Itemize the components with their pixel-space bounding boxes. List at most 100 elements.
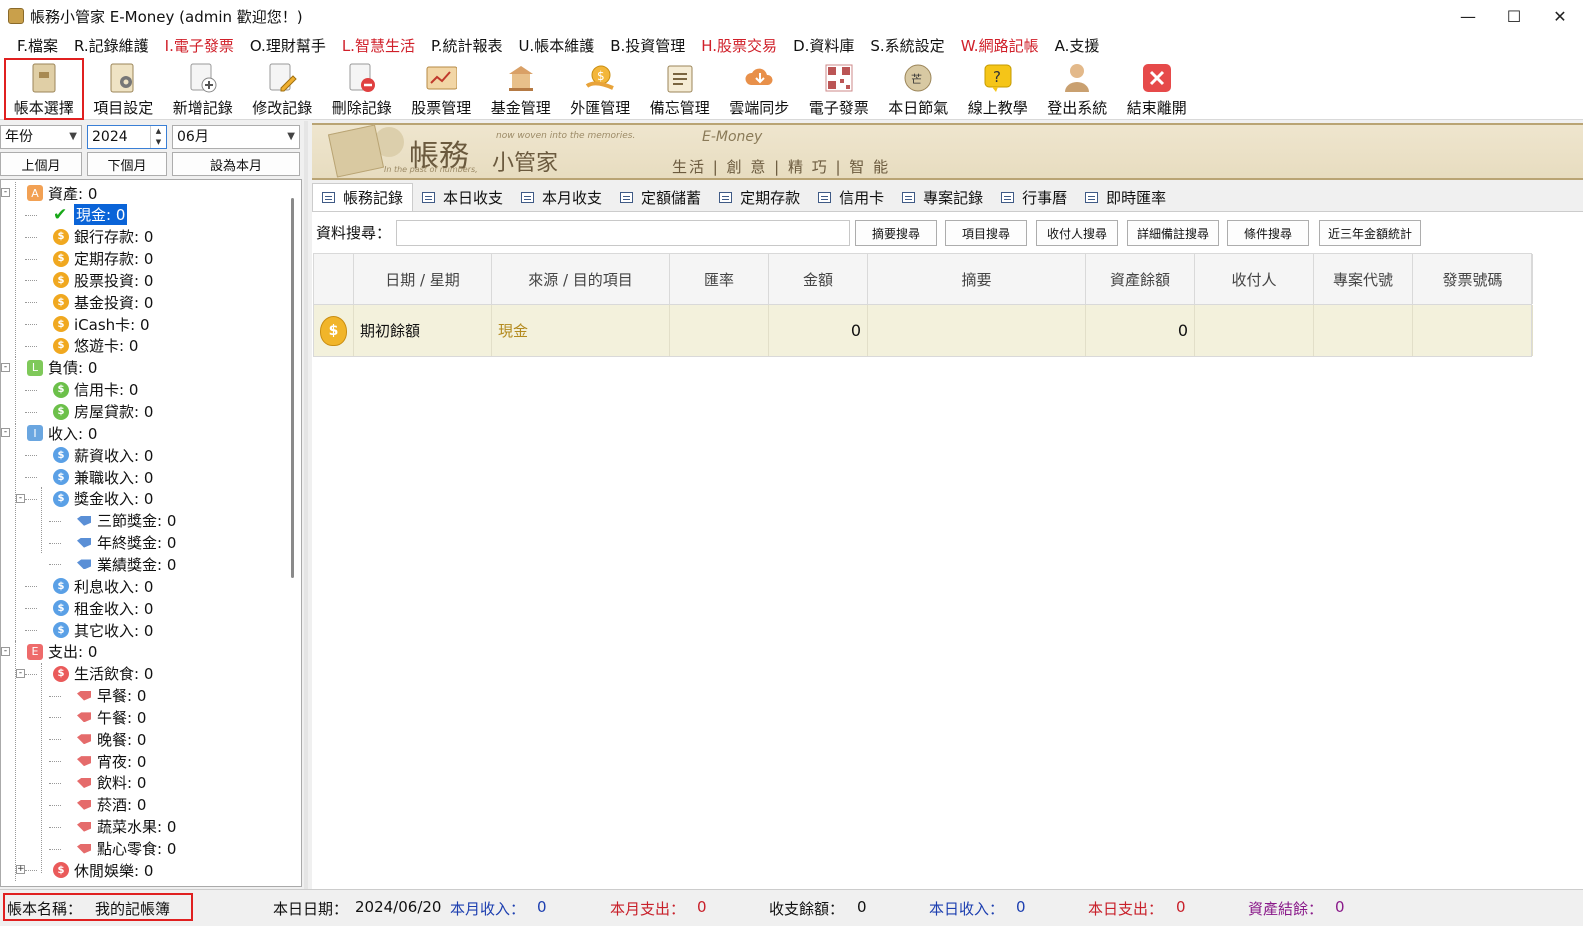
menu-item[interactable]: L.智慧生活 — [334, 35, 423, 56]
toolbar-button[interactable]: 芒本日節氣 — [879, 58, 959, 120]
collapse-icon[interactable]: - — [1, 188, 10, 197]
menu-item[interactable]: W.網路記帳 — [953, 35, 1047, 56]
grid-column-header[interactable]: 發票號碼 — [1413, 254, 1533, 304]
grid-column-header[interactable]: 來源 / 目的項目 — [492, 254, 670, 304]
tree-node[interactable]: 晚餐: 0 — [77, 728, 146, 750]
toolbar-button[interactable]: $ 外匯管理 — [561, 58, 641, 120]
tree-node[interactable]: 飲料: 0 — [77, 772, 146, 794]
collapse-icon[interactable]: - — [16, 493, 25, 503]
tree-node[interactable]: $ 薪資收入: 0 — [53, 444, 153, 466]
menu-item[interactable]: H.股票交易 — [693, 35, 785, 56]
menu-item[interactable]: F.檔案 — [9, 35, 66, 56]
tree-node[interactable]: E 支出: 0 — [27, 641, 97, 663]
collapse-icon[interactable]: - — [1, 646, 10, 656]
search-button[interactable]: 項目搜尋 — [945, 220, 1027, 246]
grid-column-header[interactable]: 日期 / 星期 — [354, 254, 492, 304]
tree-node[interactable]: 菸酒: 0 — [77, 794, 146, 816]
toolbar-button[interactable]: 雲端同步 — [720, 58, 800, 120]
tab-6[interactable]: 專案記錄 — [893, 183, 993, 211]
tab-2[interactable]: 本月收支 — [512, 183, 612, 211]
tab-8[interactable]: 即時匯率 — [1076, 183, 1176, 211]
tree-node[interactable]: 午餐: 0 — [77, 706, 146, 728]
tab-4[interactable]: 定期存款 — [710, 183, 810, 211]
tab-7[interactable]: 行事曆 — [992, 183, 1077, 211]
tab-3[interactable]: 定額儲蓄 — [611, 183, 711, 211]
period-mode-select[interactable]: 年份 ▼ — [0, 125, 82, 149]
search-button[interactable]: 條件搜尋 — [1227, 220, 1309, 246]
tree-node[interactable]: $ 生活飲食: 0 — [53, 663, 153, 685]
search-button[interactable]: 近三年金額統計 — [1319, 220, 1421, 246]
search-button[interactable]: 收付人搜尋 — [1036, 220, 1118, 246]
tree-node[interactable]: $ 租金收入: 0 — [53, 597, 153, 619]
tree-node[interactable]: 年終獎金: 0 — [77, 532, 176, 554]
tree-node[interactable]: $ 信用卡: 0 — [53, 379, 138, 401]
spin-down-icon[interactable]: ▼ — [151, 137, 166, 148]
menu-item[interactable]: R.記錄維護 — [66, 35, 157, 56]
grid-column-header[interactable]: 金額 — [769, 254, 868, 304]
grid-column-header[interactable]: 專案代號 — [1314, 254, 1413, 304]
tree-node[interactable]: 宵夜: 0 — [77, 750, 146, 772]
toolbar-button[interactable]: 修改記錄 — [243, 58, 323, 120]
tree-node[interactable]: 點心零食: 0 — [77, 838, 176, 860]
grid-column-header[interactable]: 收付人 — [1195, 254, 1314, 304]
tree-node[interactable]: 三節獎金: 0 — [77, 510, 176, 532]
toolbar-button[interactable]: 股票管理 — [402, 58, 482, 120]
tree-node[interactable]: $ 兼職收入: 0 — [53, 466, 153, 488]
tree-node[interactable]: A 資產: 0 — [27, 182, 97, 204]
tree-node[interactable]: $ 銀行存款: 0 — [53, 226, 153, 248]
tree-node[interactable]: $ 獎金收入: 0 — [53, 488, 153, 510]
table-row[interactable]: $ 期初餘額 現金 0 0 — [313, 305, 1533, 357]
toolbar-button[interactable]: ? 線上教學 — [958, 58, 1038, 120]
menu-item[interactable]: A.支援 — [1047, 35, 1108, 56]
tab-1[interactable]: 本日收支 — [413, 183, 513, 211]
tree-node[interactable]: $ 股票投資: 0 — [53, 269, 153, 291]
toolbar-button[interactable]: 帳本選擇 — [4, 58, 84, 120]
close-icon[interactable]: ✕ — [1537, 0, 1583, 32]
search-button[interactable]: 摘要搜尋 — [855, 220, 937, 246]
toolbar-button[interactable]: 基金管理 — [481, 58, 561, 120]
menu-item[interactable]: U.帳本維護 — [510, 35, 602, 56]
minimize-icon[interactable]: — — [1445, 0, 1491, 32]
toolbar-button[interactable]: 刪除記錄 — [322, 58, 402, 120]
tree-node[interactable]: $ 基金投資: 0 — [53, 291, 153, 313]
menu-item[interactable]: P.統計報表 — [423, 35, 510, 56]
tree-node[interactable]: $ 利息收入: 0 — [53, 575, 153, 597]
grid-column-header[interactable]: 摘要 — [868, 254, 1086, 304]
tree-scrollbar[interactable] — [285, 180, 301, 886]
tree-node[interactable]: $ 休閒娛樂: 0 — [53, 859, 153, 881]
search-button[interactable]: 詳細備註搜尋 — [1127, 220, 1219, 246]
tree-node[interactable]: 蔬菜水果: 0 — [77, 816, 176, 838]
prev-month-button[interactable]: 上個月 — [0, 152, 82, 176]
tree-node[interactable]: $ 悠遊卡: 0 — [53, 335, 138, 357]
collapse-icon[interactable]: - — [1, 428, 10, 438]
tree-node[interactable]: $ 房屋貸款: 0 — [53, 401, 153, 423]
grid-column-header[interactable]: 資產餘額 — [1086, 254, 1195, 304]
toolbar-button[interactable]: 登出系統 — [1038, 58, 1118, 120]
search-input[interactable] — [396, 220, 850, 246]
tree-node[interactable]: $ 定期存款: 0 — [53, 248, 153, 270]
menu-item[interactable]: B.投資管理 — [602, 35, 693, 56]
toolbar-button[interactable]: 電子發票 — [799, 58, 879, 120]
toolbar-button[interactable]: 新增記錄 — [163, 58, 243, 120]
toolbar-button[interactable]: 結束離開 — [1117, 58, 1197, 120]
tree-node[interactable]: $ iCash卡: 0 — [53, 313, 150, 335]
tree-node[interactable]: L 負債: 0 — [27, 357, 97, 379]
tree-node[interactable]: $ 其它收入: 0 — [53, 619, 153, 641]
grid-column-header[interactable]: 匯率 — [670, 254, 769, 304]
toolbar-button[interactable]: 項目設定 — [84, 58, 164, 120]
month-select[interactable]: 06月 ▼ — [172, 125, 300, 149]
expand-icon[interactable]: + — [16, 865, 25, 875]
spin-up-icon[interactable]: ▲ — [151, 126, 166, 137]
tree-node[interactable]: 早餐: 0 — [77, 685, 146, 707]
menu-item[interactable]: D.資料庫 — [785, 35, 862, 56]
tree-node[interactable]: ✔ 現金: 0 — [53, 204, 128, 226]
year-stepper[interactable]: 2024 ▲ ▼ — [87, 125, 167, 149]
scrollbar-thumb[interactable] — [291, 198, 294, 578]
this-month-button[interactable]: 設為本月 — [172, 152, 300, 176]
tab-5[interactable]: 信用卡 — [809, 183, 894, 211]
next-month-button[interactable]: 下個月 — [87, 152, 167, 176]
menu-item[interactable]: I.電子發票 — [157, 35, 242, 56]
grid-column-header[interactable] — [314, 254, 354, 304]
tree-node[interactable]: I 收入: 0 — [27, 422, 97, 444]
tree-node[interactable]: 業績獎金: 0 — [77, 553, 176, 575]
